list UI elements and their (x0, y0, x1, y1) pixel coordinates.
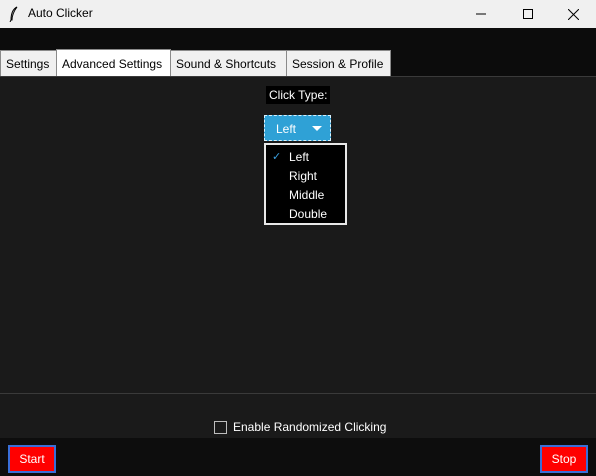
tab-advanced-settings[interactable]: Advanced Settings (56, 49, 171, 76)
bottom-bar (0, 438, 596, 476)
close-button[interactable] (550, 0, 596, 28)
click-type-dropdown-menu: ✓ Left Right Middle Double (264, 143, 347, 225)
close-icon (567, 8, 579, 20)
randomized-clicking-label: Enable Randomized Clicking (233, 420, 387, 434)
chevron-down-icon (312, 126, 322, 131)
click-type-select[interactable]: Left (264, 115, 331, 141)
feather-icon (9, 6, 18, 22)
menu-item-label: Right (289, 169, 318, 183)
menu-item-double[interactable]: Double (266, 205, 345, 224)
start-button[interactable]: Start (8, 445, 56, 473)
click-type-selected-value: Left (276, 122, 297, 136)
tab-bar: Settings Advanced Settings Sound & Short… (0, 49, 391, 76)
menu-item-right[interactable]: Right (266, 167, 345, 186)
menu-item-label: Middle (289, 188, 325, 202)
randomized-clicking-checkbox[interactable] (214, 420, 227, 434)
advanced-settings-panel: Click Type: Left (0, 76, 596, 393)
menu-item-label: Left (289, 150, 310, 164)
window-title: Auto Clicker (28, 6, 93, 20)
divider (0, 393, 596, 394)
minimize-button[interactable] (458, 0, 504, 28)
menu-item-middle[interactable]: Middle (266, 186, 345, 205)
tab-session-profile[interactable]: Session & Profile (286, 50, 391, 76)
stop-button[interactable]: Stop (540, 445, 588, 473)
randomized-clicking-option[interactable]: Enable Randomized Clicking (214, 419, 386, 435)
title-bar: Auto Clicker (0, 0, 596, 28)
tab-sound-shortcuts[interactable]: Sound & Shortcuts (170, 50, 287, 76)
click-type-label: Click Type: (266, 86, 331, 104)
check-icon: ✓ (272, 151, 282, 163)
minimize-icon (476, 13, 486, 15)
menu-item-left[interactable]: ✓ Left (266, 148, 345, 167)
tab-settings[interactable]: Settings (0, 50, 57, 76)
maximize-button[interactable] (505, 0, 551, 28)
menu-item-label: Double (289, 207, 328, 221)
maximize-icon (523, 9, 533, 19)
